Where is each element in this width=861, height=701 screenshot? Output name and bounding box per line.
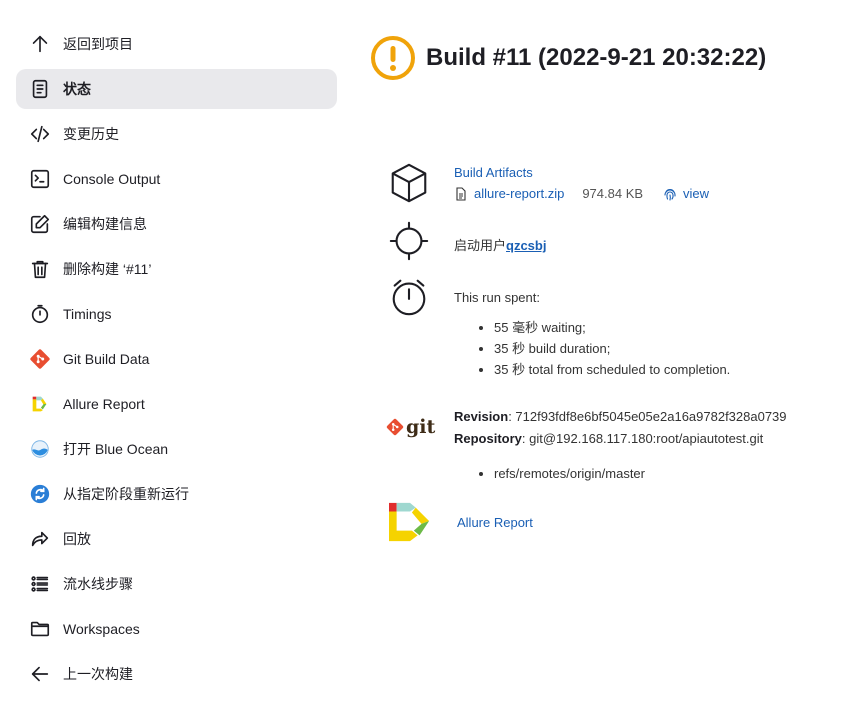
list-item: 35 秒 build duration; (494, 338, 730, 359)
sidebar-item-timings[interactable]: Timings (16, 294, 337, 334)
stopwatch-icon (28, 302, 52, 326)
sidebar-item-blue-ocean[interactable]: 打开 Blue Ocean (16, 429, 337, 469)
build-artifacts-link[interactable]: Build Artifacts (454, 165, 533, 180)
artifacts-section: Build Artifacts allure-report.zip 974.84… (386, 160, 709, 206)
revision-label: Revision (454, 409, 509, 424)
code-icon (28, 122, 52, 146)
sidebar-item-label: 编辑构建信息 (63, 216, 147, 232)
sidebar-item-label: 从指定阶段重新运行 (63, 486, 189, 502)
sidebar-item-label: Git Build Data (63, 351, 150, 367)
artifact-file-link[interactable]: allure-report.zip (474, 186, 564, 201)
sidebar-item-label: Allure Report (63, 396, 145, 412)
repository-label: Repository (454, 431, 522, 446)
sidebar-item-label: 回放 (63, 531, 91, 547)
git-logo: git (386, 404, 436, 450)
sidebar-item-status[interactable]: 状态 (16, 69, 337, 109)
arrow-left-icon (28, 662, 52, 686)
arrow-up-icon (28, 32, 52, 56)
started-by-user-link[interactable]: qzcsbj (506, 238, 546, 253)
git-logo-icon (386, 418, 404, 436)
artifact-view-link[interactable]: view (683, 186, 709, 201)
git-icon (28, 347, 52, 371)
replay-icon (28, 527, 52, 551)
file-icon (456, 186, 466, 201)
list-item: refs/remotes/origin/master (494, 463, 787, 484)
branch-list: refs/remotes/origin/master (454, 463, 787, 484)
sidebar-item-label: 返回到项目 (63, 36, 133, 52)
repository-value: : git@192.168.117.180:root/apiautotest.g… (521, 431, 764, 446)
artifact-file-size: 974.84 KB (582, 186, 644, 201)
revision-value: : 712f93fdf8e6bf5045e05e2a16a9782f328a07… (508, 409, 787, 424)
timing-section: This run spent: 55 毫秒 waiting; 35 秒 buil… (386, 274, 730, 380)
sidebar-item-label: 变更历史 (63, 126, 119, 142)
started-by-section: 启动用户qzcsbj (386, 218, 546, 264)
sidebar-item-label: Console Output (63, 171, 161, 187)
sidebar-item-workspaces[interactable]: Workspaces (16, 609, 337, 649)
sidebar-item-label: 状态 (63, 81, 91, 97)
started-by-prefix: 启动用户 (454, 238, 507, 253)
sidebar-item-restart-from-stage[interactable]: 从指定阶段重新运行 (16, 474, 337, 514)
sidebar-item-back-to-project[interactable]: 返回到项目 (16, 24, 337, 64)
page-title: Build #11 (2022-9-21 20:32:22) (426, 44, 767, 71)
sidebar-item-label: 删除构建 ‘#11’ (63, 261, 152, 277)
allure-report-link[interactable]: Allure Report (457, 515, 533, 530)
sidebar-item-previous-build[interactable]: 上一次构建 (16, 654, 337, 694)
timing-list: 55 毫秒 waiting; 35 秒 build duration; 35 秒… (454, 317, 730, 380)
artifact-item: allure-report.zip 974.84 KB view (454, 186, 709, 201)
list-item: 35 秒 total from scheduled to completion. (494, 359, 730, 380)
sidebar-item-git-build-data[interactable]: Git Build Data (16, 339, 337, 379)
allure-section: Allure Report (386, 500, 533, 544)
sidebar-item-edit-build-info[interactable]: 编辑构建信息 (16, 204, 337, 244)
blue-ocean-icon (28, 437, 52, 461)
folder-icon (28, 617, 52, 641)
trash-icon (28, 257, 52, 281)
sidebar-item-allure-report[interactable]: Allure Report (16, 384, 337, 424)
sidebar-item-label: 打开 Blue Ocean (63, 441, 169, 457)
fingerprint-icon (664, 188, 676, 201)
sidebar-item-console-output[interactable]: Console Output (16, 159, 337, 199)
list-item: 55 毫秒 waiting; (494, 317, 730, 338)
sidebar-item-changes[interactable]: 变更历史 (16, 114, 337, 154)
crosshair-icon (386, 218, 432, 264)
page-header: Build #11 (2022-9-21 20:32:22) (370, 35, 766, 81)
allure-logo-icon (386, 500, 434, 544)
timer-icon (386, 274, 432, 320)
package-icon (386, 160, 432, 206)
warning-status-icon (371, 36, 415, 80)
steps-icon (28, 572, 52, 596)
restart-icon (28, 482, 52, 506)
terminal-icon (28, 167, 52, 191)
sidebar-item-delete-build[interactable]: 删除构建 ‘#11’ (16, 249, 337, 289)
git-section: git Revision: 712f93fdf8e6bf5045e05e2a16… (386, 404, 787, 484)
sidebar: 返回到项目 状态 变更历史 Console Output 编辑构建信息 删除构建… (16, 24, 337, 699)
sidebar-item-label: Workspaces (63, 621, 140, 637)
timing-heading: This run spent: (454, 290, 540, 305)
document-icon (28, 77, 52, 101)
sidebar-item-label: Timings (63, 306, 112, 322)
allure-icon (28, 392, 52, 416)
sidebar-item-replay[interactable]: 回放 (16, 519, 337, 559)
sidebar-item-label: 上一次构建 (63, 666, 133, 682)
edit-icon (28, 212, 52, 236)
sidebar-item-pipeline-steps[interactable]: 流水线步骤 (16, 564, 337, 604)
sidebar-item-label: 流水线步骤 (63, 576, 133, 592)
git-logo-text: git (406, 416, 436, 438)
